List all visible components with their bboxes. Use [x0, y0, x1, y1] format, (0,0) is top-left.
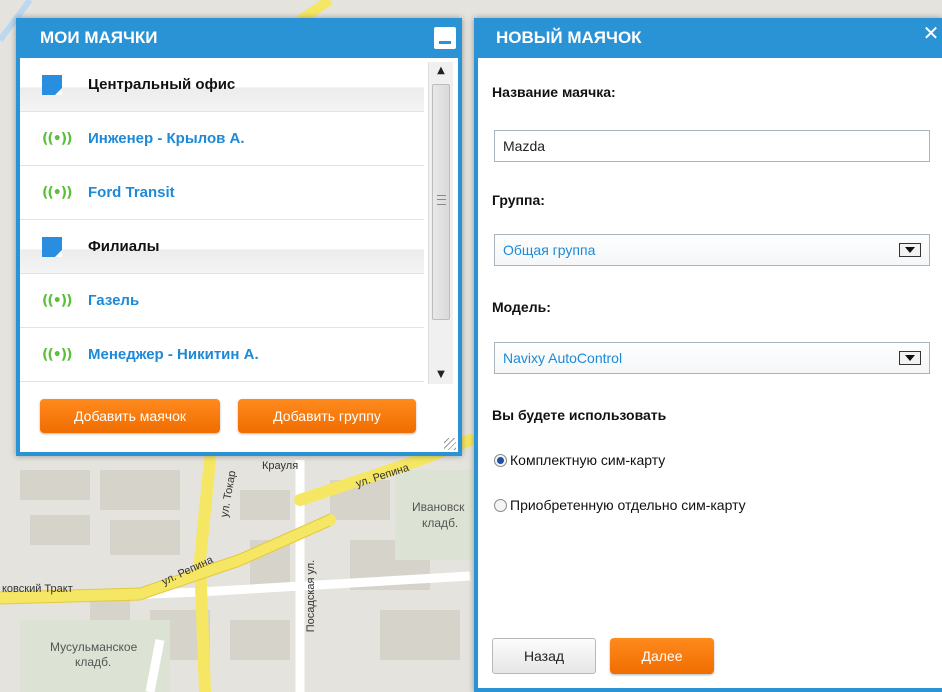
chevron-down-icon[interactable]: [899, 243, 921, 257]
add-group-button[interactable]: Добавить группу: [238, 399, 416, 433]
resize-grip-icon[interactable]: [444, 438, 456, 450]
group-select-value: Общая группа: [503, 242, 596, 258]
back-button[interactable]: Назад: [492, 638, 596, 674]
scroll-up-icon[interactable]: ▲: [429, 62, 453, 80]
list-item[interactable]: Центральный офис: [20, 58, 424, 112]
grip-icon: [437, 195, 446, 205]
new-beacon-panel: Новый маячок ✕ Название маячка: Mazda Гр…: [474, 18, 942, 692]
place-label: кладб.: [422, 516, 459, 530]
list-item[interactable]: ((•)) Газель: [20, 274, 424, 328]
list-item-label: Менеджер - Никитин А.: [88, 346, 259, 363]
radio-label: Комплектную сим-карту: [510, 452, 666, 468]
panel-header[interactable]: Новый маячок: [474, 18, 942, 58]
minimize-icon[interactable]: [434, 27, 456, 49]
my-beacons-panel: Мои маячки Центральный офис ((•)) Инжене…: [16, 18, 462, 456]
name-label: Название маячка:: [492, 84, 616, 100]
street-label: Посадская ул.: [305, 559, 318, 633]
street-label: ковский Тракт: [2, 583, 73, 595]
panel-title: Новый маячок: [496, 28, 642, 47]
list-item-label: Филиалы: [88, 238, 160, 255]
panel-title: Мои маячки: [40, 28, 158, 47]
list-item[interactable]: ((•)) Менеджер - Никитин А.: [20, 328, 424, 382]
folder-icon: [42, 74, 62, 95]
place-label: кладб.: [75, 655, 112, 669]
signal-icon: ((•)): [42, 292, 73, 309]
signal-icon: ((•)): [42, 130, 73, 147]
list-item-label: Центральный офис: [88, 76, 236, 93]
scroll-thumb[interactable]: [432, 84, 450, 320]
model-select[interactable]: Navixy AutoControl: [494, 342, 930, 374]
list-scrollbar[interactable]: ▲ ▼: [428, 62, 453, 384]
chevron-down-icon[interactable]: [899, 351, 921, 365]
street-label: Крауля: [262, 460, 299, 472]
scroll-down-icon[interactable]: ▼: [429, 366, 453, 384]
close-icon[interactable]: ✕: [920, 22, 942, 48]
list-item-label: Газель: [88, 292, 140, 309]
add-beacon-button[interactable]: Добавить маячок: [40, 399, 220, 433]
group-label: Группа:: [492, 192, 545, 208]
list-item-label: Ford Transit: [88, 184, 175, 201]
usage-label: Вы будете использовать: [492, 407, 667, 423]
sim-option-separate[interactable]: Приобретенную отдельно сим-карту: [494, 497, 746, 513]
signal-icon: ((•)): [42, 346, 73, 363]
group-select[interactable]: Общая группа: [494, 234, 930, 266]
radio-checked-icon[interactable]: [494, 453, 507, 467]
beacon-list: Центральный офис ((•)) Инженер - Крылов …: [20, 58, 424, 388]
name-input[interactable]: Mazda: [494, 130, 930, 162]
radio-unchecked-icon[interactable]: [494, 498, 507, 512]
list-item[interactable]: Филиалы: [20, 220, 424, 274]
model-label: Модель:: [492, 299, 551, 315]
model-select-value: Navixy AutoControl: [503, 350, 623, 366]
panel-header[interactable]: Мои маячки: [16, 18, 462, 58]
next-button[interactable]: Далее: [610, 638, 714, 674]
place-label: Мусульманское: [50, 640, 138, 654]
place-label: Ивановск: [412, 500, 465, 514]
list-item[interactable]: ((•)) Ford Transit: [20, 166, 424, 220]
sim-option-bundled[interactable]: Комплектную сим-карту: [494, 452, 665, 468]
signal-icon: ((•)): [42, 184, 73, 201]
radio-label: Приобретенную отдельно сим-карту: [510, 497, 746, 513]
list-item[interactable]: ((•)) Инженер - Крылов А.: [20, 112, 424, 166]
folder-icon: [42, 236, 62, 257]
list-item-label: Инженер - Крылов А.: [88, 130, 245, 147]
